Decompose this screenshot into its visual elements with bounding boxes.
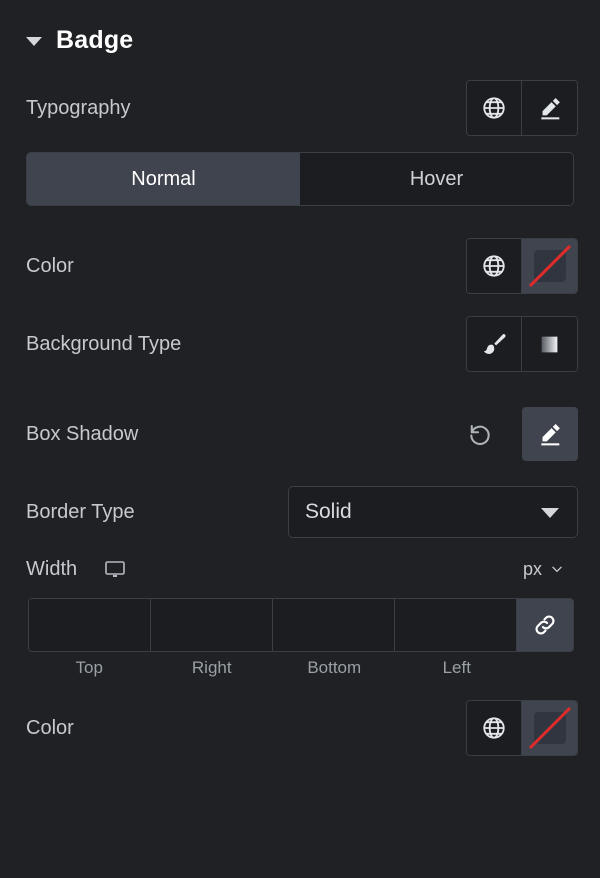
row-background-type: Background Type bbox=[0, 316, 600, 372]
width-unit-select[interactable]: px bbox=[523, 559, 578, 580]
row-border-color: Color bbox=[0, 700, 600, 756]
border-color-label: Color bbox=[26, 716, 74, 739]
border-type-value: Solid bbox=[305, 500, 352, 523]
width-label: Width bbox=[26, 557, 78, 580]
width-left-input[interactable] bbox=[395, 599, 517, 651]
color-controls bbox=[466, 238, 578, 294]
chevron-down-icon bbox=[552, 566, 562, 573]
globe-icon[interactable] bbox=[467, 239, 522, 293]
width-unit-value: px bbox=[522, 558, 542, 579]
width-bottom-input[interactable] bbox=[273, 599, 395, 651]
pencil-icon[interactable] bbox=[522, 81, 577, 135]
badge-style-panel: Badge Typography Normal Hover Color Back… bbox=[0, 0, 600, 878]
state-tabs: Normal Hover bbox=[26, 152, 574, 206]
width-left-label: Left bbox=[442, 658, 471, 677]
pencil-icon[interactable] bbox=[522, 407, 578, 461]
state-tabs-wrapper: Normal Hover bbox=[0, 136, 600, 216]
typography-button-group bbox=[466, 80, 578, 136]
color-label: Color bbox=[26, 254, 74, 277]
reset-icon[interactable] bbox=[452, 407, 508, 461]
width-header-left: Width bbox=[26, 557, 127, 581]
width-right-label: Right bbox=[191, 658, 232, 677]
tab-normal[interactable]: Normal bbox=[27, 153, 300, 205]
width-input-group bbox=[28, 598, 574, 652]
row-color: Color bbox=[0, 238, 600, 294]
row-border-type: Border Type Solid bbox=[0, 484, 600, 540]
border-type-select[interactable]: Solid bbox=[288, 486, 578, 538]
globe-icon[interactable] bbox=[467, 701, 522, 755]
caret-down-icon[interactable] bbox=[26, 37, 42, 46]
row-typography: Typography bbox=[0, 80, 600, 136]
width-top-input[interactable] bbox=[29, 599, 151, 651]
no-color-swatch-icon[interactable] bbox=[522, 701, 577, 755]
border-color-controls bbox=[466, 700, 578, 756]
width-top-label: Top bbox=[75, 658, 103, 677]
border-color-button-group bbox=[466, 700, 578, 756]
row-box-shadow: Box Shadow bbox=[0, 406, 600, 462]
gradient-icon[interactable] bbox=[522, 317, 577, 371]
brush-icon[interactable] bbox=[467, 317, 522, 371]
color-button-group bbox=[466, 238, 578, 294]
tab-hover[interactable]: Hover bbox=[300, 153, 573, 205]
label-spacer bbox=[518, 658, 574, 678]
width-header: Width px bbox=[0, 540, 600, 588]
border-type-label: Border Type bbox=[26, 500, 135, 523]
background-type-button-group bbox=[466, 316, 578, 372]
section-header-badge[interactable]: Badge bbox=[0, 0, 600, 58]
background-type-label: Background Type bbox=[26, 332, 182, 355]
desktop-icon[interactable] bbox=[103, 557, 127, 581]
typography-controls bbox=[466, 80, 578, 136]
box-shadow-controls bbox=[452, 407, 578, 461]
width-input-labels: Top Right Bottom Left bbox=[28, 658, 574, 678]
background-type-controls bbox=[466, 316, 578, 372]
typography-label: Typography bbox=[26, 96, 131, 119]
link-icon[interactable] bbox=[517, 599, 573, 651]
width-right-input[interactable] bbox=[151, 599, 273, 651]
box-shadow-label: Box Shadow bbox=[26, 422, 139, 445]
no-color-swatch-icon[interactable] bbox=[522, 239, 577, 293]
width-bottom-label: Bottom bbox=[307, 658, 362, 677]
page-title: Badge bbox=[56, 25, 134, 54]
caret-down-icon bbox=[541, 508, 559, 518]
globe-icon[interactable] bbox=[467, 81, 522, 135]
